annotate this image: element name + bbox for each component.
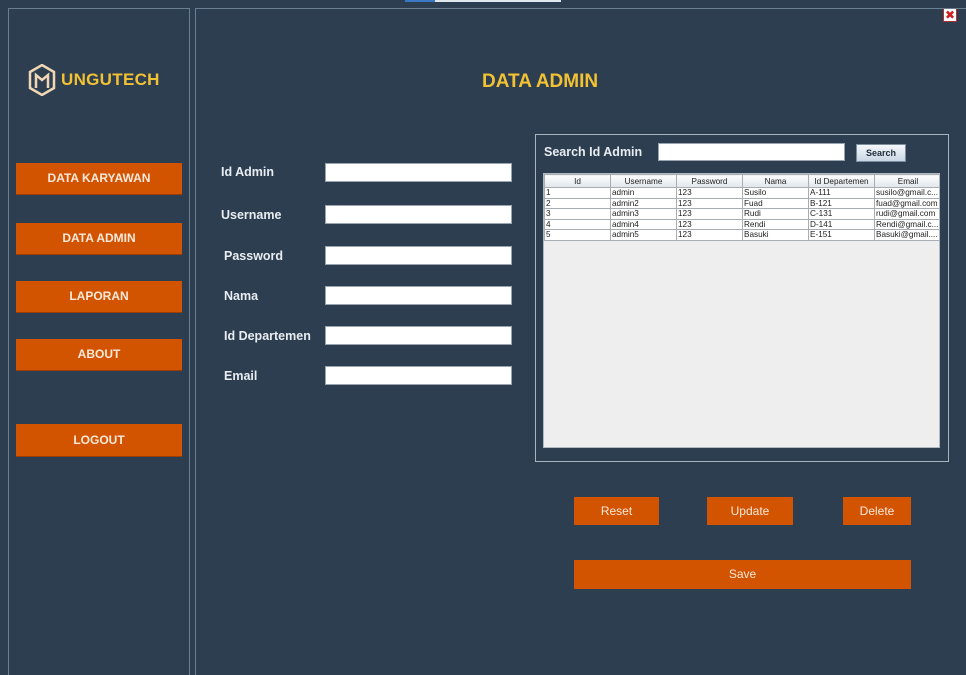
save-button[interactable]: Save [574,560,911,589]
search-label: Search Id Admin [544,145,643,159]
column-header-password[interactable]: Password [676,174,743,188]
table-cell: rudi@gmail.com [874,208,939,220]
email-input[interactable] [325,366,512,385]
nav-data-karyawan-button[interactable]: DATA KARYAWAN [16,163,182,194]
search-button[interactable]: Search [856,144,906,162]
table-cell: admin [610,187,677,199]
table-cell: susilo@gmail.c... [874,187,939,199]
table-cell: A-111 [808,187,875,199]
window-top-bar-accent [405,0,435,2]
table-cell: 2 [544,197,611,209]
nama-input[interactable] [325,286,512,305]
table-cell: Basuki [742,229,809,241]
password-label: Password [224,249,284,263]
table-cell: B-121 [808,197,875,209]
table-cell: Rudi [742,208,809,220]
nav-laporan-button[interactable]: LAPORAN [16,281,182,312]
hexagon-m-logo-icon [28,64,56,96]
delete-button[interactable]: Delete [843,497,911,525]
table-cell: Susilo [742,187,809,199]
table-cell: 123 [676,229,743,241]
table-cell: Fuad [742,197,809,209]
table-cell: admin3 [610,208,677,220]
table-cell: 123 [676,218,743,230]
brand-logo: UNGUTECH [28,64,160,96]
table-cell: Rendi [742,218,809,230]
reset-button[interactable]: Reset [574,497,659,525]
table-cell: 123 [676,187,743,199]
table-header-row: Id Username Password Nama Id Departemen … [544,174,939,188]
id-departemen-label: Id Departemen [224,329,311,343]
table-cell: 1 [544,187,611,199]
id-departemen-input[interactable] [325,326,512,345]
update-button[interactable]: Update [707,497,793,525]
table-row[interactable]: 3 admin3 123 Rudi C-131 rudi@gmail.com [544,208,939,220]
table-cell: D-141 [808,218,875,230]
column-header-id-departemen[interactable]: Id Departemen [808,174,875,188]
table-cell: admin4 [610,218,677,230]
table-row[interactable]: 2 admin2 123 Fuad B-121 fuad@gmail.com [544,197,939,209]
table-cell: Basuki@gmail.... [874,229,939,241]
table-cell: 123 [676,197,743,209]
column-header-username[interactable]: Username [610,174,677,188]
nama-label: Nama [224,289,259,303]
nav-logout-button[interactable]: LOGOUT [16,424,182,456]
nav-about-button[interactable]: ABOUT [16,339,182,370]
table-cell: 3 [544,208,611,220]
column-header-email[interactable]: Email [874,174,939,188]
column-header-nama[interactable]: Nama [742,174,809,188]
table-cell: 123 [676,208,743,220]
email-label: Email [224,369,258,383]
table-cell: admin5 [610,229,677,241]
id-admin-input[interactable] [325,163,512,182]
username-input[interactable] [325,205,512,224]
admin-table: Id Username Password Nama Id Departemen … [543,173,940,448]
table-cell: C-131 [808,208,875,220]
column-header-id[interactable]: Id [544,174,611,188]
search-input[interactable] [658,143,845,161]
table-cell: fuad@gmail.com [874,197,939,209]
password-input[interactable] [325,246,512,265]
username-label: Username [221,208,282,222]
table-cell: 4 [544,218,611,230]
id-admin-label: Id Admin [221,165,275,179]
table-cell: 5 [544,229,611,241]
table-cell: admin2 [610,197,677,209]
table-cell: Rendi@gmail.c... [874,218,939,230]
nav-data-admin-button[interactable]: DATA ADMIN [16,223,182,254]
page-title: DATA ADMIN [482,71,599,92]
table-row[interactable]: 4 admin4 123 Rendi D-141 Rendi@gmail.c..… [544,218,939,230]
table-row[interactable]: 5 admin5 123 Basuki E-151 Basuki@gmail..… [544,229,939,241]
table-cell: E-151 [808,229,875,241]
table-row[interactable]: 1 admin 123 Susilo A-111 susilo@gmail.c.… [544,187,939,199]
brand-name: UNGUTECH [61,70,160,89]
